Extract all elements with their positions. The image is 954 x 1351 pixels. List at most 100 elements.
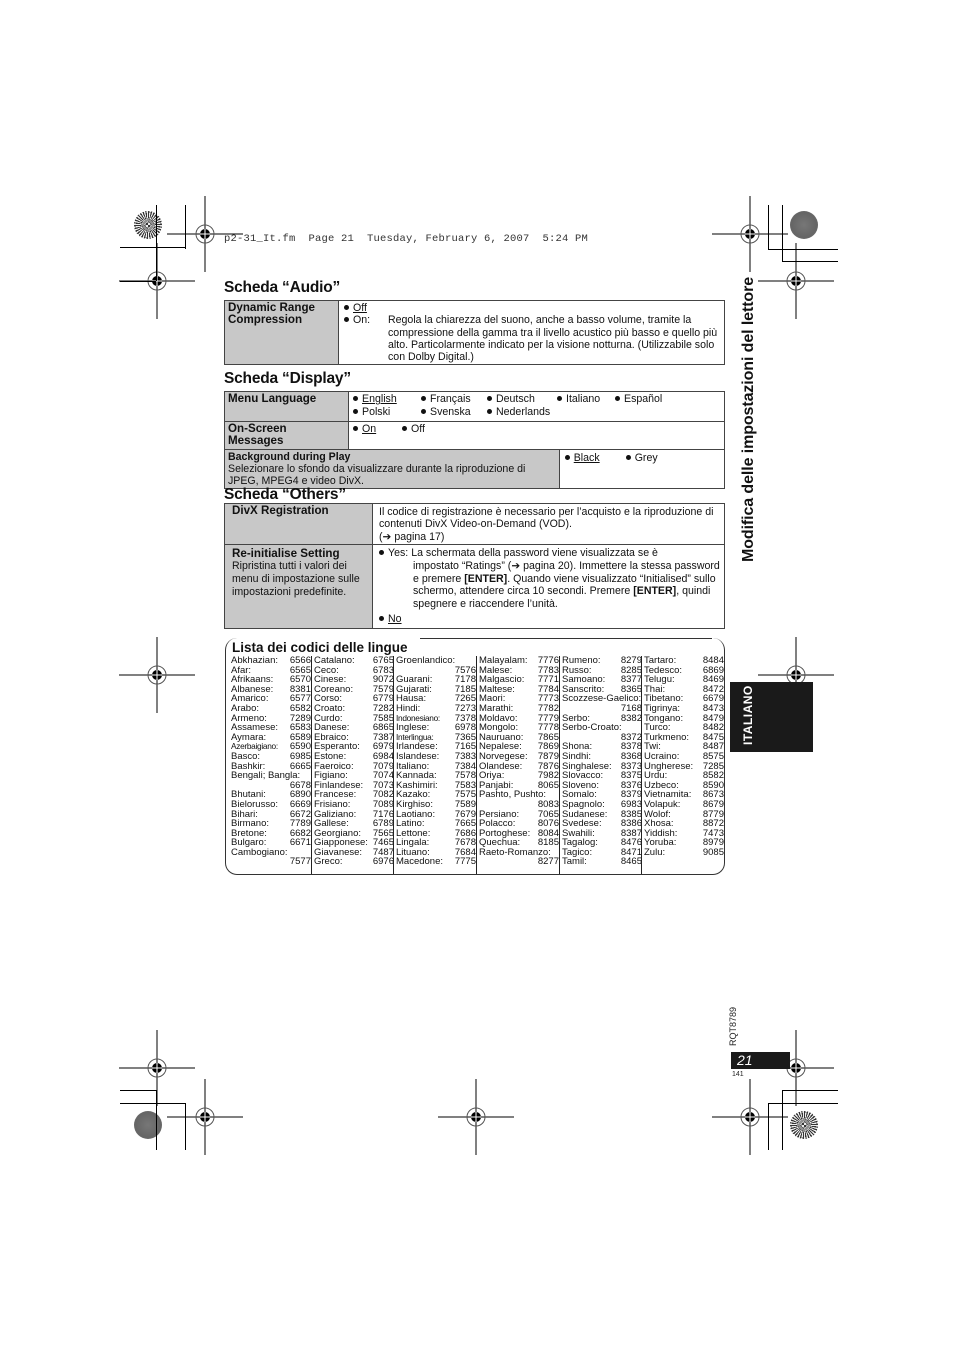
bullet-icon: [344, 317, 349, 323]
option-off[interactable]: Off: [344, 302, 721, 314]
crop-mark: [185, 205, 186, 249]
option-on[interactable]: On: [353, 423, 399, 435]
option-yes-description: impostato “Ratings” (➔ pagina 20). Immet…: [413, 559, 720, 611]
setting-label: On-Screen Messages: [224, 421, 349, 450]
option-grey[interactable]: Grey: [625, 452, 658, 464]
bullet-icon: [401, 426, 407, 431]
column-divider: [311, 656, 312, 874]
page-sub-number: 141: [732, 1071, 744, 1078]
enter-key: [ENTER]: [633, 585, 677, 598]
option-description: Regola la chiarezza del suono, anche a b…: [388, 314, 718, 364]
language-name: Serbo-Croato:: [562, 722, 622, 734]
bullet-icon: [625, 454, 631, 460]
option-on[interactable]: On: Regola la chiarezza del suono, anche…: [344, 314, 721, 363]
starburst-target-icon: [134, 211, 162, 239]
document-code: RQT8789: [728, 1006, 738, 1046]
bullet-icon: [557, 396, 562, 401]
language-code: 8382: [620, 712, 642, 724]
language-code: 7775: [454, 856, 476, 868]
section-title-display: Scheda “Display”: [224, 370, 351, 387]
language-codes-column: Abkhazian: 6566 Afar: 6565 Afrikaans: 6570 Alb…: [231, 656, 311, 867]
language-code-row: Macedone: 7775: [396, 857, 476, 867]
crop-mark: [768, 249, 838, 250]
option-language[interactable]: Nederlands: [487, 406, 557, 418]
table-row: On-Screen Messages On Off: [224, 421, 725, 450]
divx-description: Il codice di registrazione è necessario …: [379, 506, 714, 531]
crop-mark: [120, 247, 185, 248]
table-row: Re-initialise Setting Ripristina tutti i…: [224, 544, 725, 629]
language-codes-column: Rumeno: 8279 Russo: 8285 Samoano: 8377 Sanscri…: [562, 656, 642, 867]
option-language[interactable]: Deutsch: [487, 393, 557, 405]
section-title-others: Scheda “Others”: [224, 486, 346, 503]
bullet-icon: [487, 396, 492, 401]
setting-label: Menu Language: [224, 391, 349, 422]
table-row: DivX Registration Il codice di registraz…: [224, 503, 725, 545]
divider: [420, 638, 712, 639]
language-name: Cambogiano:: [231, 846, 288, 858]
option-language[interactable]: English: [353, 393, 421, 405]
crop-mark: [782, 261, 838, 262]
language-code-row: 7577: [231, 857, 311, 867]
page-reference-link[interactable]: (➔ pagina 17): [379, 531, 721, 543]
language-code: 6671: [289, 837, 311, 849]
column-divider: [641, 656, 642, 874]
crop-mark: [156, 1090, 157, 1150]
language-name: Pashto, Pushto:: [479, 789, 547, 801]
bullet-icon: [564, 454, 570, 460]
option-no[interactable]: No: [379, 613, 721, 626]
language-code-row: Zulu: 9085: [644, 848, 724, 858]
bullet-icon: [353, 396, 358, 401]
file-header: p2-31_It.fm Page 21 Tuesday, February 6,…: [224, 233, 589, 245]
setting-description: Ripristina tutti i valori dei menu di im…: [232, 560, 360, 598]
crop-mark: [782, 1090, 783, 1150]
bullet-icon: [487, 409, 492, 415]
bullet-icon: [615, 396, 620, 401]
language-codes-column: Catalano: 6765 Ceco: 6783 Cinese: 9072 Coreano…: [314, 656, 394, 867]
crop-mark: [120, 1103, 185, 1104]
grey-density-patch-icon: [790, 211, 818, 239]
language-codes-column: Malayalam: 7776 Malese: 7783 Malgascio: 7771 M…: [479, 656, 559, 867]
page-number: 21: [737, 1052, 753, 1068]
language-tab: ITALIANO: [730, 682, 813, 752]
setting-label: Dynamic Range Compression: [224, 299, 339, 366]
language-code: 6976: [372, 856, 394, 868]
bullet-icon: [379, 615, 384, 621]
crop-mark: [156, 205, 157, 281]
bullet-icon: [353, 409, 358, 415]
option-language[interactable]: Polski: [353, 406, 421, 418]
table-row: Background during Play Selezionare lo sf…: [224, 448, 726, 490]
language-code: 8465: [620, 856, 642, 868]
crop-mark: [120, 281, 156, 282]
language-name: Macedone:: [396, 856, 444, 868]
setting-description: Selezionare lo sfondo da visualizzare du…: [228, 462, 526, 488]
option-language[interactable]: Español: [615, 393, 695, 405]
setting-label: DivX Registration: [224, 503, 373, 545]
option-language[interactable]: Svenska: [421, 406, 487, 418]
language-codes-title: Lista dei codici delle lingue: [232, 640, 408, 655]
crop-mark: [768, 1103, 838, 1104]
option-language[interactable]: Italiano: [557, 393, 615, 405]
language-code: 7577: [289, 856, 311, 868]
language-code: 9085: [702, 846, 724, 858]
column-divider: [559, 656, 560, 874]
setting-label: Background during Play: [228, 450, 351, 463]
option-language[interactable]: Français: [421, 393, 487, 405]
crop-mark: [120, 1090, 156, 1091]
option-black[interactable]: Black: [564, 452, 623, 464]
table-row: Menu Language English Français Deutsch Ital…: [224, 391, 725, 422]
language-name: Zulu:: [644, 846, 666, 858]
crop-mark: [185, 1103, 186, 1150]
section-title-audio: Scheda “Audio”: [224, 279, 341, 296]
bullet-icon: [379, 550, 384, 555]
crop-mark: [768, 205, 769, 249]
bullet-icon: [421, 409, 426, 415]
others-table: DivX Registration Il codice di registraz…: [224, 503, 725, 629]
menu-language-options: English Français Deutsch Italiano Español Pol…: [353, 393, 721, 419]
bullet-icon: [344, 305, 349, 310]
grey-density-patch-icon: [134, 1111, 162, 1139]
language-name: Greco:: [314, 856, 343, 868]
language-codes-column: Groenlandico: 7576 Guarani: 7178 Gujarati: 71…: [396, 656, 476, 867]
option-off[interactable]: Off: [401, 423, 425, 435]
option-yes[interactable]: Yes: La schermata della password viene v…: [379, 547, 721, 560]
bullet-icon: [353, 426, 358, 431]
